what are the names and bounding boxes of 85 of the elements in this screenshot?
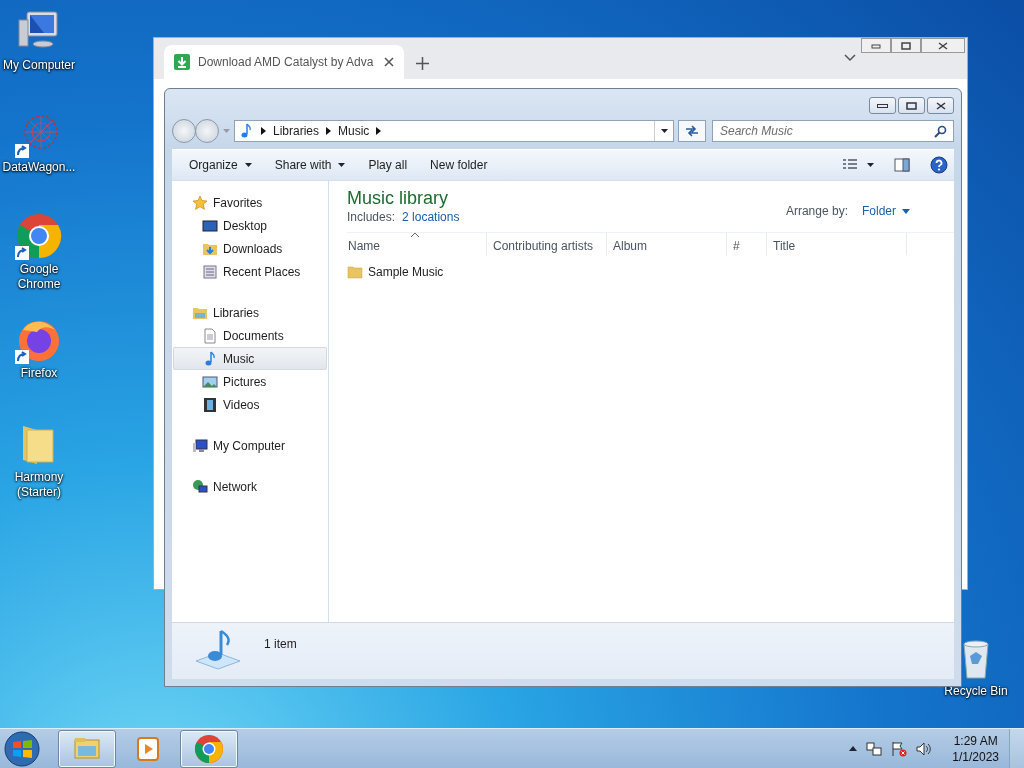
refresh-icon — [684, 124, 700, 138]
help-icon[interactable] — [930, 156, 948, 174]
star-icon — [192, 194, 208, 211]
view-list-icon[interactable] — [842, 158, 858, 172]
column-header[interactable]: Name — [347, 233, 487, 255]
windows-logo-icon — [4, 730, 40, 767]
toolbar-button[interactable]: New folder — [421, 154, 497, 176]
desktop-icon-label[interactable]: DataWagon... — [2, 160, 76, 175]
close-icon — [935, 101, 946, 110]
picture-icon — [202, 373, 218, 390]
minimize-icon — [877, 103, 888, 108]
search-icon — [934, 125, 947, 138]
minimize-icon — [871, 42, 881, 49]
speaker-icon[interactable] — [916, 740, 933, 757]
preview-pane-icon[interactable] — [894, 158, 910, 172]
close-button[interactable] — [927, 97, 954, 114]
arrange-label: Arrange by: — [785, 204, 848, 218]
column-header[interactable]: Contributing artists — [487, 233, 607, 255]
status-text: 1 item — [264, 637, 297, 651]
caret-icon — [338, 163, 346, 167]
column-header[interactable]: # — [727, 233, 767, 255]
caret-icon — [244, 163, 252, 167]
flag-icon[interactable] — [891, 740, 908, 757]
nav-item[interactable]: Recent Places — [173, 260, 327, 283]
nav-item[interactable]: Libraries — [173, 301, 327, 324]
library-title: Music library — [347, 187, 449, 209]
column-header[interactable]: Title — [767, 233, 907, 255]
nav-item[interactable]: Music — [173, 347, 327, 370]
maximize-icon — [906, 101, 917, 110]
nav-item[interactable]: Desktop — [173, 214, 327, 237]
breadcrumb-item[interactable]: Libraries — [273, 124, 320, 138]
chrome-icon — [194, 733, 224, 764]
folder-icon — [347, 264, 363, 280]
maximize-button[interactable] — [891, 38, 921, 53]
minimize-button[interactable] — [869, 97, 896, 114]
caret-icon[interactable] — [660, 129, 668, 133]
includes-label: Includes: — [347, 210, 396, 224]
chevron-right-icon[interactable] — [326, 127, 332, 135]
computer-icon — [192, 437, 208, 454]
chevron-right-icon[interactable] — [376, 127, 382, 135]
film-icon — [202, 396, 218, 413]
plus-icon[interactable] — [416, 57, 429, 70]
nav-item[interactable]: Videos — [173, 393, 327, 416]
music-library-icon — [194, 627, 242, 673]
nav-item[interactable]: Pictures — [173, 370, 327, 393]
desktop-icon-label[interactable]: My Computer — [3, 58, 75, 73]
arrange-dropdown[interactable]: Folder — [856, 203, 916, 219]
breadcrumb-item[interactable]: Music — [338, 124, 370, 138]
caret-up-icon[interactable] — [849, 746, 858, 751]
nav-item[interactable]: My Computer — [173, 434, 327, 457]
taskbar-button[interactable] — [58, 729, 116, 768]
caret-icon[interactable] — [867, 163, 874, 167]
browser-tab[interactable]: Download AMD Catalyst by Adva — [164, 45, 404, 79]
close-icon — [938, 41, 948, 50]
search-field[interactable]: Search Music — [712, 120, 954, 142]
network-icon[interactable] — [866, 740, 883, 757]
toolbar-button[interactable]: Organize — [180, 154, 261, 176]
taskbar-button[interactable] — [180, 729, 238, 768]
maximize-icon — [901, 41, 911, 50]
monitor-icon — [202, 217, 218, 234]
nav-item[interactable]: Favorites — [173, 191, 327, 214]
close-button[interactable] — [921, 38, 965, 53]
desktop-icon-label[interactable]: Google Chrome — [0, 262, 78, 292]
nav-item[interactable]: Downloads — [173, 237, 327, 260]
network-icon — [192, 478, 208, 495]
refresh-button[interactable] — [678, 120, 706, 142]
chrome-icon — [15, 212, 63, 260]
download-icon — [174, 54, 190, 70]
nav-item[interactable]: Network — [173, 475, 327, 498]
recent-places-icon — [202, 263, 218, 280]
column-header[interactable]: Album — [607, 233, 727, 255]
caret-icon — [902, 208, 910, 214]
chevron-right-icon[interactable] — [261, 127, 266, 135]
close-icon[interactable] — [384, 57, 394, 67]
file-item[interactable]: Sample Music — [347, 261, 457, 283]
clock-date[interactable]: 1/1/2023 — [952, 748, 999, 765]
chevron-down-icon[interactable] — [844, 54, 856, 62]
address-bar[interactable]: Libraries Music — [234, 120, 674, 142]
nav-item[interactable]: Documents — [173, 324, 327, 347]
toolbar-button[interactable]: Share with — [265, 154, 355, 176]
document-icon — [202, 327, 218, 344]
toolbar-button[interactable]: Play all — [359, 154, 417, 176]
locations-link[interactable]: 2 locations — [402, 210, 460, 224]
maximize-button[interactable] — [898, 97, 925, 114]
clock-time[interactable]: 1:29 AM — [953, 732, 998, 749]
